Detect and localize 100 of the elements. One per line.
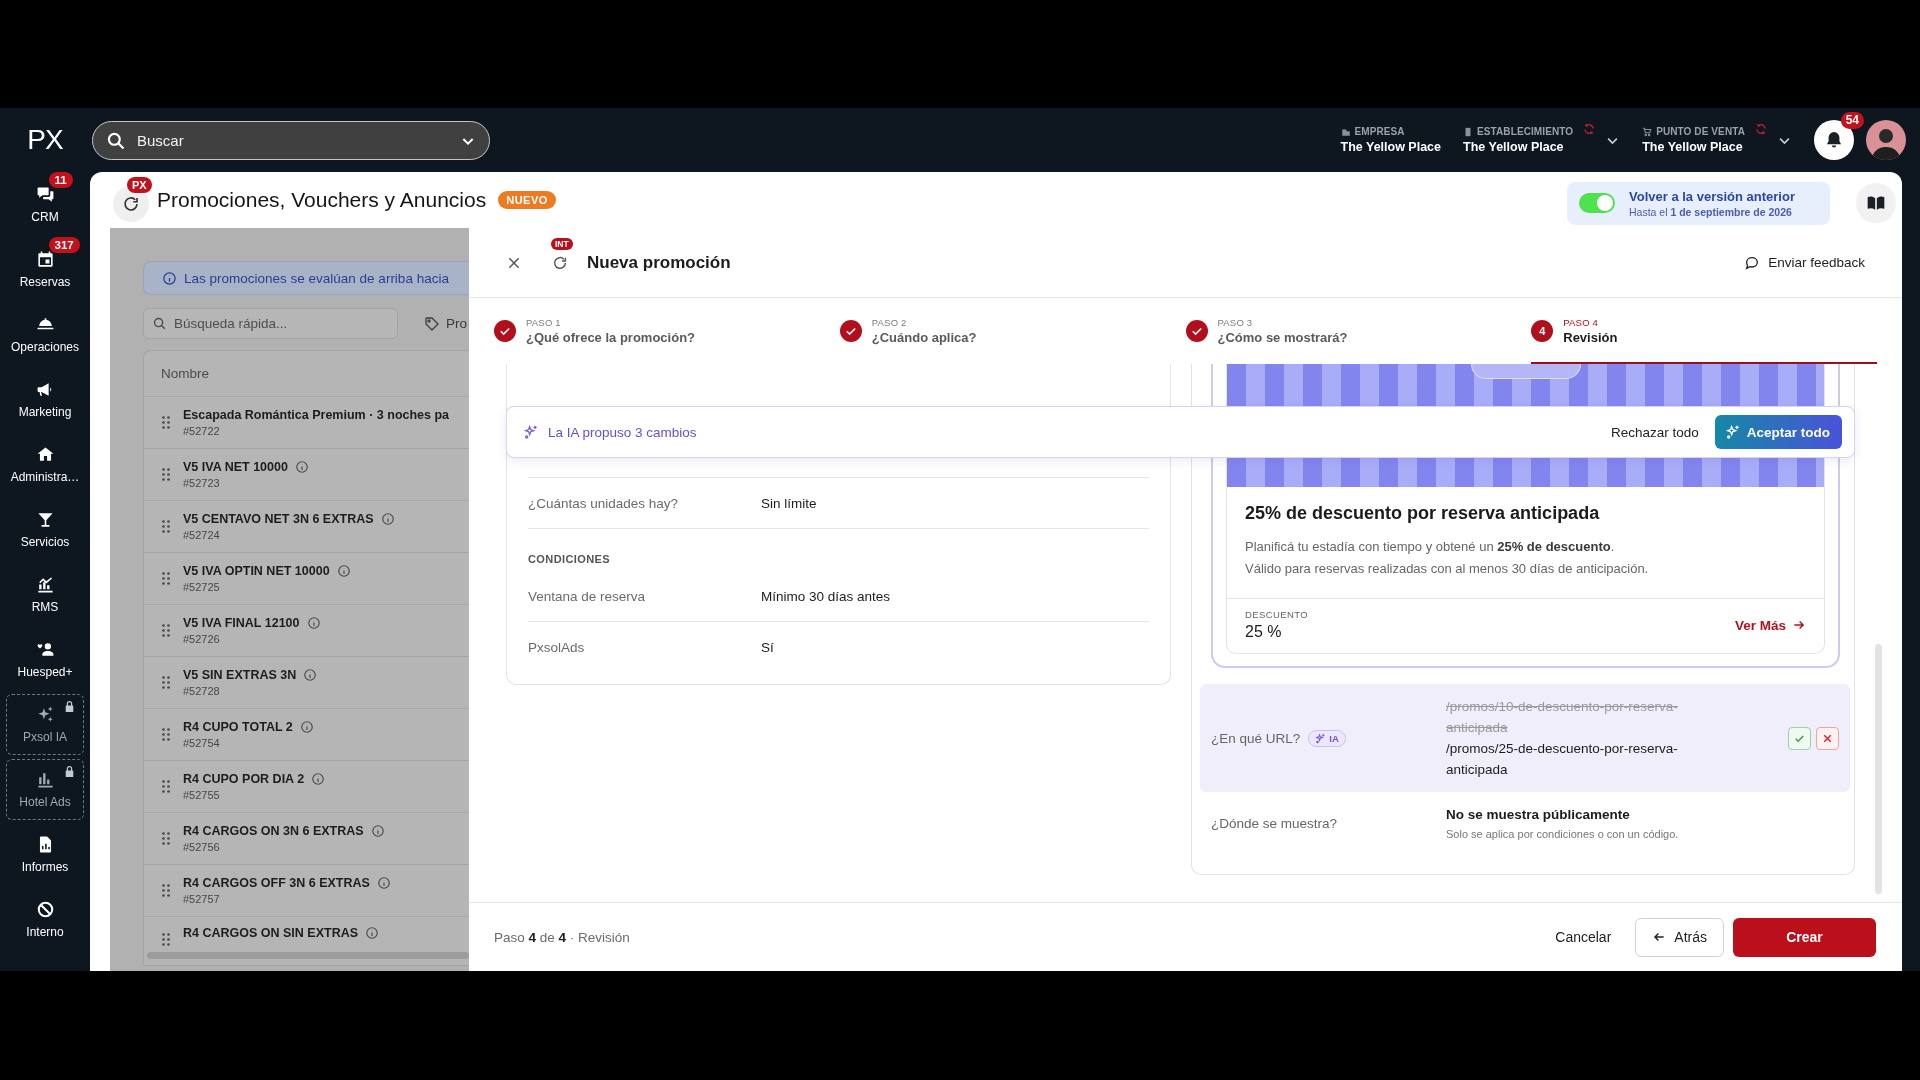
create-button[interactable]: Crear xyxy=(1733,917,1876,957)
sidebar-item[interactable]: RMS xyxy=(6,564,84,625)
legacy-title[interactable]: Volver a la versión anterior xyxy=(1629,188,1795,204)
see-more-link[interactable]: Ver Más xyxy=(1734,617,1806,633)
info-icon[interactable] xyxy=(380,512,395,526)
chat-bubbles-icon xyxy=(35,185,55,204)
promotion-id: #52756 xyxy=(183,841,221,853)
context-label: EMPRESA xyxy=(1354,126,1405,137)
promotion-title: 25% de descuento por reserva anticipada xyxy=(1245,502,1601,525)
promotion-id: #52728 xyxy=(183,685,221,697)
context-value[interactable]: The Yellow Place xyxy=(1642,140,1767,154)
refresh-icon xyxy=(122,195,140,213)
search-icon xyxy=(152,316,167,331)
field-value: Sí xyxy=(761,639,774,655)
drag-handle-icon[interactable] xyxy=(161,932,171,947)
field-label: ¿Dónde se muestra? xyxy=(1211,815,1338,831)
info-icon[interactable] xyxy=(311,772,326,786)
logo: PX xyxy=(27,126,63,154)
sidebar-item[interactable]: Marketing xyxy=(6,369,84,430)
field-label: Ventana de reserva xyxy=(528,588,647,604)
previous-value: /promos/10-de-descuento-por-reserva-anticipada xyxy=(1446,698,1679,737)
drag-handle-icon[interactable] xyxy=(161,519,171,534)
sidebar-item[interactable]: Administra… xyxy=(6,434,84,495)
filter-label[interactable]: Pro xyxy=(446,316,467,331)
table-row[interactable]: R4 CARGOS ON SIN EXTRAS xyxy=(144,916,469,947)
promotion-name: R4 CUPO TOTAL 2 xyxy=(183,720,293,734)
toggle-switch[interactable] xyxy=(1579,193,1615,213)
reject-change-button[interactable] xyxy=(1816,726,1839,750)
field-value: No se muestra públicamente xyxy=(1446,806,1631,824)
promotion-name: V5 IVA NET 10000 xyxy=(183,460,288,474)
info-icon[interactable] xyxy=(376,876,391,890)
horizontal-scrollbar[interactable] xyxy=(147,952,469,959)
info-icon[interactable] xyxy=(370,824,385,838)
promotion-id: #52757 xyxy=(183,893,221,905)
accept-all-button[interactable]: Aceptar todo xyxy=(1714,415,1842,449)
info-icon[interactable] xyxy=(365,926,380,940)
promotion-name: V5 SIN EXTRAS 3N xyxy=(183,668,297,682)
page-title: Promociones, Vouchers y Anuncios xyxy=(157,188,487,212)
calendar-icon xyxy=(35,250,55,269)
quick-search-field[interactable]: Búsqueda rápida... xyxy=(143,308,398,339)
field-label: PxsolAds xyxy=(528,639,586,655)
info-icon[interactable] xyxy=(303,668,318,682)
promotion-name: R4 CUPO POR DIA 2 xyxy=(183,772,305,786)
sidebar-item[interactable]: 11 CRM xyxy=(6,174,84,235)
info-icon[interactable] xyxy=(299,720,314,734)
back-button[interactable]: Atrás xyxy=(1635,917,1724,957)
step-tab[interactable]: PASO 3 ¿Cómo se mostrará? xyxy=(1185,298,1532,364)
info-icon xyxy=(162,270,177,286)
drag-handle-icon[interactable] xyxy=(161,727,171,742)
drag-handle-icon[interactable] xyxy=(161,415,171,430)
drag-handle-icon[interactable] xyxy=(161,571,171,586)
info-icon[interactable] xyxy=(336,564,351,578)
step-tab[interactable]: PASO 1 ¿Qué ofrece la promoción? xyxy=(494,298,840,364)
context-label: PUNTO DE VENTA xyxy=(1656,126,1745,137)
step-number: 4 xyxy=(1531,320,1554,342)
cancel-button[interactable]: Cancelar xyxy=(1543,917,1624,957)
promotion-id: #52722 xyxy=(183,425,221,437)
context-value[interactable]: The Yellow Place xyxy=(1463,140,1596,154)
feedback-button[interactable]: Enviar feedback xyxy=(1744,254,1865,271)
sidebar-item[interactable]: Pxsol IA xyxy=(6,694,84,755)
vertical-scrollbar[interactable] xyxy=(1875,644,1882,894)
context-label: ESTABLECIMIENTO xyxy=(1477,126,1574,137)
promotion-description: Planificá tu estadía con tiempo y obtené un 25% de descuento. Válido para reservas realizadas con al menos 30 días de anticipación. xyxy=(1245,538,1650,578)
arrow-left-icon xyxy=(1652,930,1667,944)
sidebar-item[interactable]: Informes xyxy=(6,824,84,885)
drag-handle-icon[interactable] xyxy=(161,883,171,898)
reject-all-button[interactable]: Rechazar todo xyxy=(1594,424,1715,440)
guide-button[interactable] xyxy=(1856,183,1896,223)
stat-label: DESCUENTO xyxy=(1245,609,1309,620)
info-icon[interactable] xyxy=(306,616,321,630)
sidebar-item[interactable]: Interno xyxy=(6,889,84,950)
sparkle-icon xyxy=(523,424,539,440)
drag-handle-icon[interactable] xyxy=(161,779,171,794)
avatar[interactable] xyxy=(1866,120,1906,160)
sidebar-item[interactable]: 317 Reservas xyxy=(6,239,84,300)
accept-change-button[interactable] xyxy=(1788,726,1811,750)
field-note: Solo se aplica por condiciones o con un código. xyxy=(1446,827,1680,842)
lock-icon xyxy=(63,700,76,713)
count-badge: 11 xyxy=(48,172,73,189)
stat-value: 25 % xyxy=(1245,623,1283,641)
promotion-name: R4 CARGOS ON 3N 6 EXTRAS xyxy=(183,824,364,838)
search-field[interactable]: Buscar xyxy=(92,120,490,160)
drag-handle-icon[interactable] xyxy=(161,675,171,690)
drag-handle-icon[interactable] xyxy=(161,831,171,846)
drag-handle-icon[interactable] xyxy=(161,623,171,638)
drag-handle-icon[interactable] xyxy=(161,467,171,482)
prohibited-icon xyxy=(35,900,55,919)
promotion-id: #52725 xyxy=(183,581,221,593)
person-heart-icon xyxy=(35,640,55,659)
promotion-name: Escapada Romántica Premium · 3 noches pa xyxy=(183,408,450,422)
promotion-id: #52723 xyxy=(183,477,221,489)
notification-badge: 54 xyxy=(1840,112,1864,130)
info-icon[interactable] xyxy=(294,460,309,474)
step-tab[interactable]: PASO 2 ¿Cuándo aplica? xyxy=(839,298,1186,364)
sidebar-item[interactable]: Huesped+ xyxy=(6,629,84,690)
context-value[interactable]: The Yellow Place xyxy=(1340,140,1442,154)
step-caption: Paso 4 de 4 · Revisión xyxy=(494,929,630,945)
sidebar-item[interactable]: Operaciones xyxy=(6,304,84,365)
sidebar-item[interactable]: Servicios xyxy=(6,499,84,560)
sidebar-item[interactable]: Hotel Ads xyxy=(6,759,84,820)
